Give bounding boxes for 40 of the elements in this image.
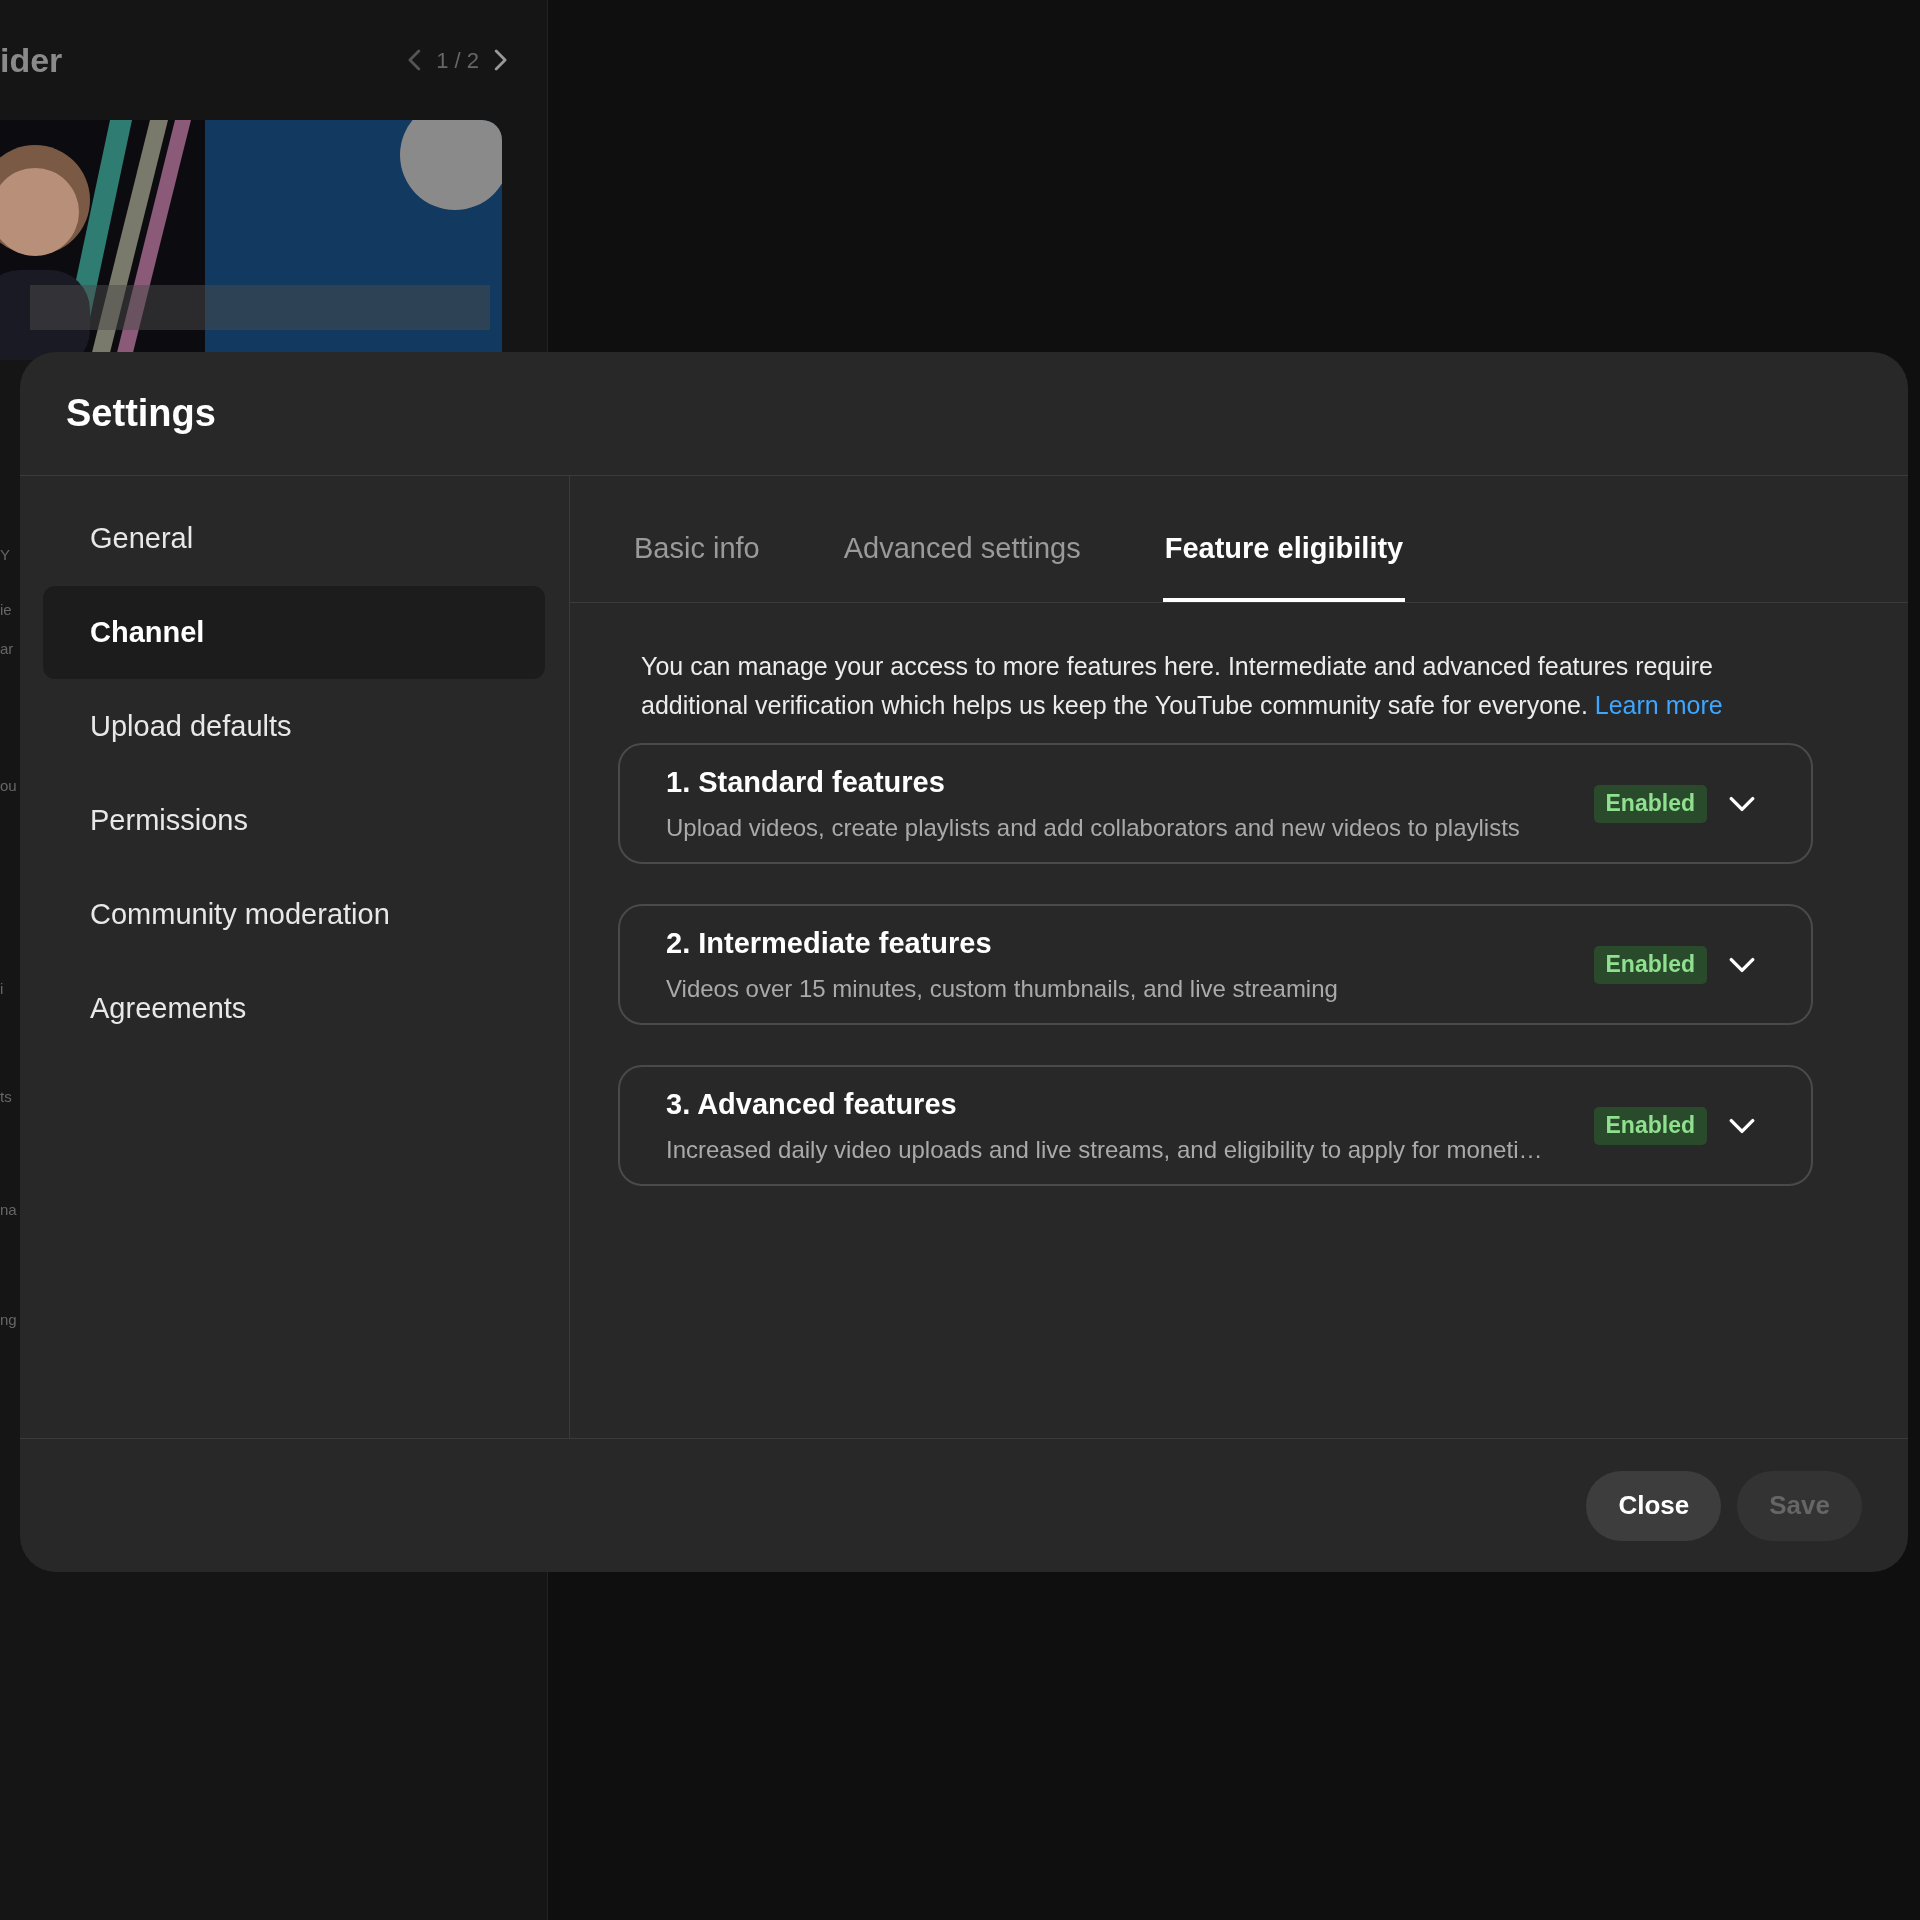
feature-title: 2. Intermediate features xyxy=(666,925,993,961)
clipped-text: ie xyxy=(0,600,12,620)
sidebar-item[interactable]: General xyxy=(43,492,545,585)
clipped-text: ou xyxy=(0,776,17,796)
page-title: ider xyxy=(0,39,63,81)
learn-more-link[interactable]: Learn more xyxy=(1594,691,1723,719)
clipped-text: ts xyxy=(0,1087,12,1107)
chevron-left-icon xyxy=(408,49,423,71)
chevron-right-icon xyxy=(493,49,507,71)
feature-description: Videos over 15 minutes, custom thumbnails, and live streaming xyxy=(666,974,1339,1005)
status-badge: Enabled xyxy=(1593,784,1707,823)
feature-description: Upload videos, create playlists and add collaborators and new videos to playlists xyxy=(666,813,1521,844)
sidebar-item[interactable]: Channel xyxy=(43,586,545,679)
clipped-text: na xyxy=(0,1200,17,1220)
clipped-text: i xyxy=(0,979,4,999)
sidebar-item[interactable]: Community moderation xyxy=(43,868,545,961)
sidebar-item[interactable]: Upload defaults xyxy=(43,680,545,773)
chevron-down-icon xyxy=(1729,795,1755,812)
feature-title: 1. Standard features xyxy=(666,764,946,800)
tab[interactable]: Advanced settings xyxy=(841,475,1083,602)
feature-card[interactable]: 1. Standard features Upload videos, create playlists and add collaborators and new videos to playlists Enabled xyxy=(618,743,1813,864)
chevron-down-icon xyxy=(1729,1117,1755,1134)
tab[interactable]: Feature eligibility xyxy=(1162,475,1406,602)
clipped-text: Y xyxy=(0,545,10,565)
clipped-text: ar xyxy=(0,639,14,659)
feature-card[interactable]: 2. Intermediate features Videos over 15 minutes, custom thumbnails, and live streaming Enabled xyxy=(618,904,1813,1025)
sidebar-item[interactable]: Permissions xyxy=(43,774,545,867)
dialog-title: Settings xyxy=(66,391,216,436)
feature-description: Increased daily video uploads and live streams, and eligibility to apply for moneti… xyxy=(666,1135,1544,1166)
status-badge: Enabled xyxy=(1593,1106,1707,1145)
tab[interactable]: Basic info xyxy=(632,475,762,602)
status-badge: Enabled xyxy=(1593,945,1707,984)
feature-title: 3. Advanced features xyxy=(666,1086,958,1122)
sidebar-item[interactable]: Agreements xyxy=(43,962,545,1055)
feature-card[interactable]: 3. Advanced features Increased daily video uploads and live streams, and eligibility to apply for moneti… Enabled xyxy=(618,1065,1813,1186)
clipped-text: ng xyxy=(0,1310,17,1330)
pager-count: 1 / 2 xyxy=(436,46,479,75)
description-text: You can manage your access to more features here. Intermediate and advanced features require additional verification which helps us keep the YouTube community safe for everyone. Learn more xyxy=(640,651,1724,721)
chevron-down-icon xyxy=(1729,956,1755,973)
close-button[interactable]: Close xyxy=(1586,1470,1722,1541)
